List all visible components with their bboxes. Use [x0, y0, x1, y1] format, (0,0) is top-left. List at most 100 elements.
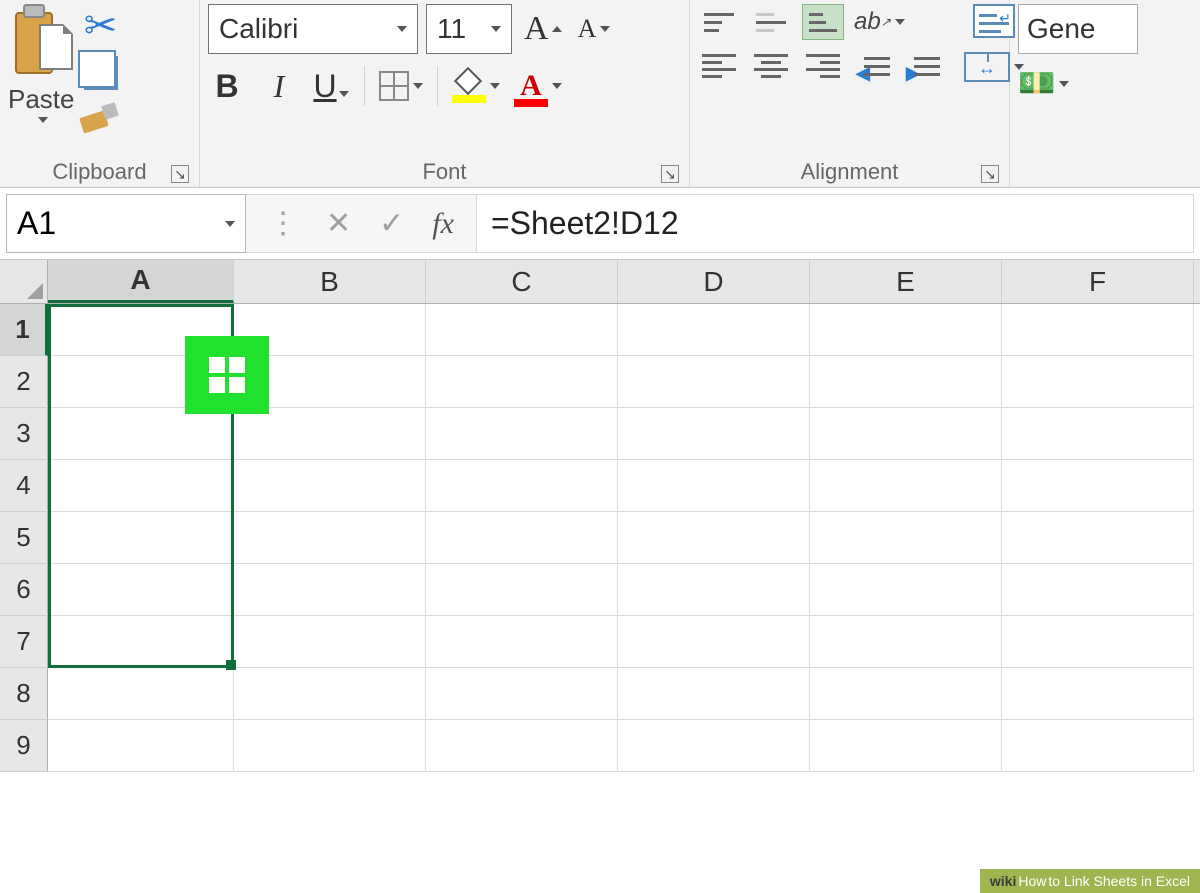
- row-header-6[interactable]: 6: [0, 564, 48, 616]
- cell[interactable]: [234, 720, 426, 772]
- row-header-3[interactable]: 3: [0, 408, 48, 460]
- cell[interactable]: [426, 720, 618, 772]
- cell[interactable]: [618, 720, 810, 772]
- cell[interactable]: [618, 512, 810, 564]
- column-header-E[interactable]: E: [810, 260, 1002, 303]
- cell[interactable]: [234, 408, 426, 460]
- cell[interactable]: [810, 668, 1002, 720]
- row-header-9[interactable]: 9: [0, 720, 48, 772]
- cell[interactable]: [618, 668, 810, 720]
- align-center-button[interactable]: [750, 50, 792, 86]
- row-header-7[interactable]: 7: [0, 616, 48, 668]
- row-header-1[interactable]: 1: [0, 304, 48, 356]
- cell[interactable]: [426, 564, 618, 616]
- cell[interactable]: [426, 304, 618, 356]
- cell[interactable]: [810, 512, 1002, 564]
- column-header-D[interactable]: D: [618, 260, 810, 303]
- cell[interactable]: [618, 304, 810, 356]
- cell[interactable]: [234, 668, 426, 720]
- cell[interactable]: [426, 408, 618, 460]
- insert-function-button[interactable]: fx: [432, 207, 454, 241]
- orientation-button[interactable]: ab↗: [854, 8, 905, 36]
- cell[interactable]: [810, 408, 1002, 460]
- cell[interactable]: [48, 512, 234, 564]
- cell[interactable]: [1002, 668, 1194, 720]
- decrease-font-button[interactable]: A: [574, 14, 615, 44]
- cell[interactable]: [234, 564, 426, 616]
- ellipsis-icon[interactable]: ⋮: [268, 206, 298, 241]
- increase-font-button[interactable]: A: [520, 10, 566, 48]
- cell[interactable]: [426, 668, 618, 720]
- cell[interactable]: [810, 460, 1002, 512]
- column-header-F[interactable]: F: [1002, 260, 1194, 303]
- cell[interactable]: [48, 668, 234, 720]
- fill-color-button[interactable]: [452, 69, 500, 103]
- cell[interactable]: [1002, 460, 1194, 512]
- borders-button[interactable]: [379, 71, 423, 101]
- cell[interactable]: [618, 356, 810, 408]
- cell[interactable]: [234, 460, 426, 512]
- spreadsheet-grid[interactable]: A B C D E F 123456789: [0, 260, 1200, 772]
- underline-button[interactable]: U: [312, 68, 350, 105]
- align-right-button[interactable]: [802, 50, 844, 86]
- cell[interactable]: [48, 616, 234, 668]
- cell[interactable]: [426, 616, 618, 668]
- align-middle-button[interactable]: [750, 4, 792, 40]
- cell[interactable]: [48, 720, 234, 772]
- cell[interactable]: [1002, 564, 1194, 616]
- font-color-button[interactable]: A: [514, 69, 562, 103]
- cut-button[interactable]: ✂: [81, 6, 121, 46]
- decrease-indent-button[interactable]: ◀: [854, 51, 894, 85]
- increase-indent-button[interactable]: ▶: [904, 51, 944, 85]
- cell[interactable]: [1002, 720, 1194, 772]
- cell[interactable]: [810, 356, 1002, 408]
- paste-button[interactable]: Paste: [8, 4, 75, 123]
- number-format-combo[interactable]: Gene: [1018, 4, 1138, 54]
- row-header-8[interactable]: 8: [0, 668, 48, 720]
- row-header-5[interactable]: 5: [0, 512, 48, 564]
- row-header-4[interactable]: 4: [0, 460, 48, 512]
- column-header-A[interactable]: A: [48, 260, 234, 303]
- select-all-corner[interactable]: [0, 260, 48, 303]
- cell[interactable]: [618, 460, 810, 512]
- cell[interactable]: [48, 460, 234, 512]
- cell[interactable]: [1002, 408, 1194, 460]
- bold-button[interactable]: B: [208, 68, 246, 105]
- cell[interactable]: [234, 512, 426, 564]
- cell[interactable]: [426, 460, 618, 512]
- font-dialog-launcher[interactable]: [661, 165, 679, 183]
- italic-button[interactable]: I: [260, 68, 298, 105]
- font-size-combo[interactable]: 11: [426, 4, 512, 54]
- cell[interactable]: [48, 408, 234, 460]
- enter-formula-button[interactable]: ✓: [379, 206, 404, 241]
- cell[interactable]: [426, 356, 618, 408]
- cell[interactable]: [1002, 512, 1194, 564]
- formula-input[interactable]: =Sheet2!D12: [477, 194, 1194, 253]
- alignment-dialog-launcher[interactable]: [981, 165, 999, 183]
- row-header-2[interactable]: 2: [0, 356, 48, 408]
- cell[interactable]: [1002, 304, 1194, 356]
- align-left-button[interactable]: [698, 50, 740, 86]
- cell[interactable]: [618, 616, 810, 668]
- column-header-B[interactable]: B: [234, 260, 426, 303]
- cell[interactable]: [426, 512, 618, 564]
- accounting-format-button[interactable]: 💵: [1018, 66, 1069, 101]
- cell[interactable]: [810, 616, 1002, 668]
- format-painter-button[interactable]: [81, 100, 121, 134]
- font-name-combo[interactable]: Calibri: [208, 4, 418, 54]
- cancel-formula-button[interactable]: ✕: [326, 206, 351, 241]
- align-bottom-button[interactable]: [802, 4, 844, 40]
- cell[interactable]: [618, 564, 810, 616]
- clipboard-dialog-launcher[interactable]: [171, 165, 189, 183]
- cell[interactable]: [810, 304, 1002, 356]
- cell[interactable]: [1002, 356, 1194, 408]
- cell[interactable]: [810, 720, 1002, 772]
- cell[interactable]: [810, 564, 1002, 616]
- copy-button[interactable]: [81, 56, 121, 90]
- column-header-C[interactable]: C: [426, 260, 618, 303]
- cell[interactable]: [1002, 616, 1194, 668]
- cell[interactable]: [48, 564, 234, 616]
- align-top-button[interactable]: [698, 4, 740, 40]
- cell[interactable]: [618, 408, 810, 460]
- cell[interactable]: [234, 616, 426, 668]
